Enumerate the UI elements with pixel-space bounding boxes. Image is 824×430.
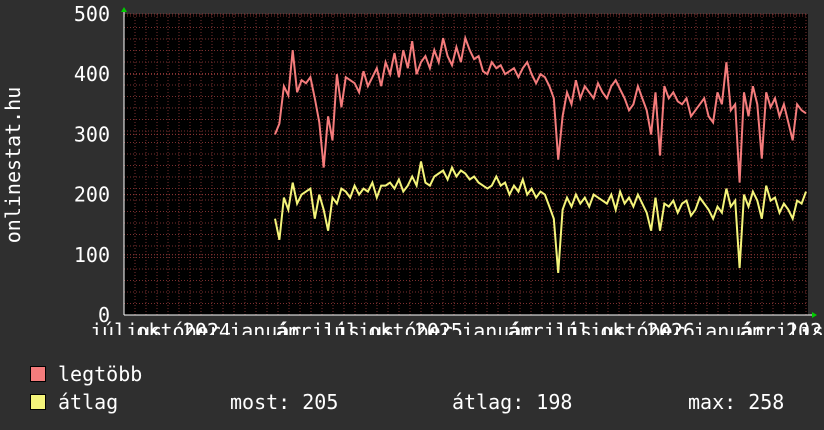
y-tick-label: 100 — [74, 243, 110, 267]
stat-max: max: 258 — [688, 390, 785, 414]
legend-label-atlag: átlag — [58, 390, 119, 414]
y-tick-label: 300 — [74, 122, 110, 146]
y-tick-label: 400 — [74, 62, 110, 86]
y-tick-label: 200 — [74, 183, 110, 207]
line-chart: 0100200300400500onlinestat.hujúliusoktób… — [1, 2, 824, 335]
x-tick-label: 2025 — [415, 319, 463, 335]
y-axis-arrow — [121, 7, 127, 12]
y-tick-label: 500 — [74, 2, 110, 26]
x-axis-arrow — [812, 312, 817, 318]
y-axis-label: onlinestat.hu — [1, 87, 25, 244]
plot-area — [124, 14, 808, 315]
x-tick-label: 2026 — [647, 319, 695, 335]
legend-swatch-atlag — [30, 394, 46, 410]
stat-most: most: 205 — [230, 390, 339, 414]
legend-label-legtobb: legtöbb — [58, 362, 143, 386]
legend-item-atlag: átlag — [30, 390, 119, 414]
stat-atlag: átlag: 198 — [452, 390, 573, 414]
x-tick-label: 202 — [786, 319, 822, 335]
legend-swatch-legtobb — [30, 366, 46, 382]
legend-item-legtobb: legtöbb — [30, 362, 143, 386]
x-tick-label: 2024 — [183, 319, 231, 335]
